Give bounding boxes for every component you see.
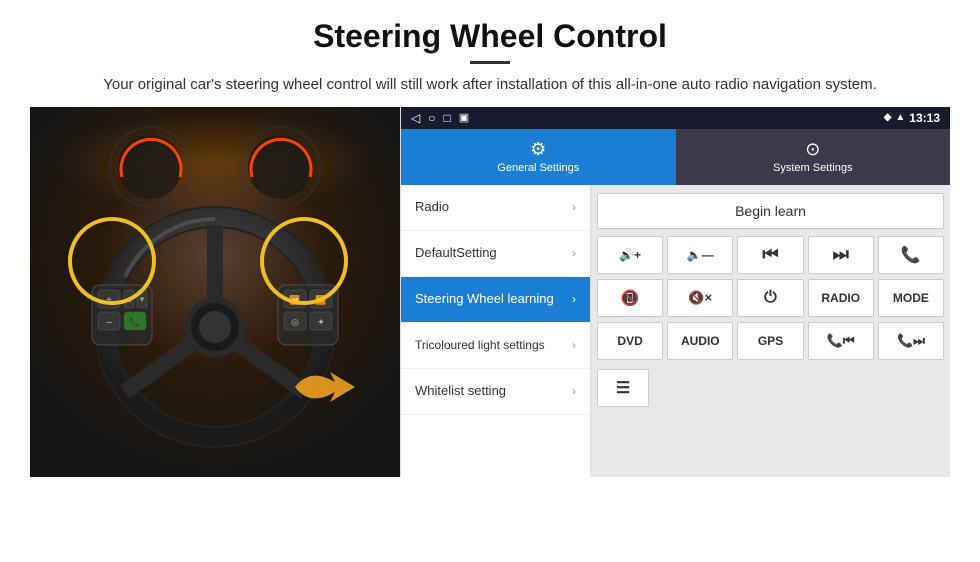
svg-text:–: – <box>106 317 112 328</box>
general-settings-label: General Settings <box>497 162 579 174</box>
mode-button[interactable]: MODE <box>878 279 944 317</box>
settings-controls-area: Radio › DefaultSetting › Steering Wheel … <box>401 185 950 477</box>
mode-label: MODE <box>893 291 929 305</box>
begin-learn-row: Begin learn <box>597 191 944 231</box>
general-settings-icon: ⚙ <box>530 139 546 160</box>
recents-icon: □ <box>443 111 450 125</box>
android-ui: ◁ ○ □ ▣ ◆ ▲ 13:13 ⚙ General Settings <box>400 107 950 477</box>
svg-text:▼: ▼ <box>138 295 146 304</box>
arrow-indicator <box>290 357 370 417</box>
signal-icon: ▲ <box>895 112 905 123</box>
menu-radio-arrow: › <box>572 200 576 214</box>
page-header: Steering Wheel Control Your original car… <box>0 0 980 107</box>
system-settings-icon: ⊙ <box>805 139 820 160</box>
begin-learn-button[interactable]: Begin learn <box>597 193 944 229</box>
svg-text:📞: 📞 <box>129 316 141 327</box>
menu-icon: ▣ <box>459 111 469 124</box>
menu-default-arrow: › <box>572 246 576 260</box>
title-divider <box>470 61 510 64</box>
vol-up-icon: 🔊+ <box>619 248 641 262</box>
car-image: + – 📞 ▲ ▼ <box>30 107 400 477</box>
dvd-button[interactable]: DVD <box>597 322 663 360</box>
controls-panel: Begin learn 🔊+ 🔈— ⏮ <box>591 185 950 477</box>
controls-row-2: 📵 🔇× ⏻ RADIO MODE <box>597 279 944 317</box>
svg-text:⏩: ⏩ <box>315 294 326 305</box>
controls-row-1: 🔊+ 🔈— ⏮ ⏭ 📞 <box>597 236 944 274</box>
prev-track-button[interactable]: ⏮ <box>737 236 803 274</box>
power-button[interactable]: ⏻ <box>737 279 803 317</box>
menu-item-steering[interactable]: Steering Wheel learning › <box>401 277 590 323</box>
tel-next-icon: 📞⏭ <box>897 333 925 349</box>
menu-item-radio[interactable]: Radio › <box>401 185 590 231</box>
menu-item-default[interactable]: DefaultSetting › <box>401 231 590 277</box>
bottom-icon-row: ☰ <box>597 369 944 407</box>
audio-button[interactable]: AUDIO <box>667 322 733 360</box>
hang-up-button[interactable]: 📵 <box>597 279 663 317</box>
audio-label: AUDIO <box>681 334 720 348</box>
menu-tricoloured-label: Tricoloured light settings <box>415 338 545 352</box>
car-svg: + – 📞 ▲ ▼ <box>30 107 400 477</box>
gps-button[interactable]: GPS <box>737 322 803 360</box>
controls-row-3: DVD AUDIO GPS 📞⏮ 📞⏭ <box>597 322 944 360</box>
content-area: + – 📞 ▲ ▼ <box>30 107 950 477</box>
power-icon: ⏻ <box>764 289 777 307</box>
status-bar: ◁ ○ □ ▣ ◆ ▲ 13:13 <box>401 107 950 129</box>
next-track-button[interactable]: ⏭ <box>808 236 874 274</box>
back-icon: ◁ <box>411 111 420 125</box>
svg-text:▲: ▲ <box>125 295 133 304</box>
menu-radio-label: Radio <box>415 199 449 215</box>
menu-steering-label: Steering Wheel learning <box>415 291 554 307</box>
tab-general[interactable]: ⚙ General Settings <box>401 129 676 185</box>
list-icon: ☰ <box>616 378 630 398</box>
next-track-icon: ⏭ <box>833 244 849 265</box>
settings-tabs: ⚙ General Settings ⊙ System Settings <box>401 129 950 185</box>
vol-up-button[interactable]: 🔊+ <box>597 236 663 274</box>
settings-menu: Radio › DefaultSetting › Steering Wheel … <box>401 185 591 477</box>
hang-up-icon: 📵 <box>621 289 640 307</box>
tel-prev-button[interactable]: 📞⏮ <box>808 322 874 360</box>
menu-whitelist-label: Whitelist setting <box>415 383 506 399</box>
mute-button[interactable]: 🔇× <box>667 279 733 317</box>
svg-text:◎: ◎ <box>291 317 299 327</box>
menu-whitelist-arrow: › <box>572 384 576 398</box>
page-subtitle: Your original car's steering wheel contr… <box>40 74 940 97</box>
svg-text:✦: ✦ <box>317 317 325 327</box>
clock: 13:13 <box>909 111 940 125</box>
list-icon-button[interactable]: ☰ <box>597 369 649 407</box>
status-bar-nav: ◁ ○ □ ▣ <box>411 111 469 125</box>
svg-text:⏪: ⏪ <box>289 294 300 305</box>
tel-next-button[interactable]: 📞⏭ <box>878 322 944 360</box>
phone-answer-button[interactable]: 📞 <box>878 236 944 274</box>
vol-down-button[interactable]: 🔈— <box>667 236 733 274</box>
radio-button[interactable]: RADIO <box>808 279 874 317</box>
vol-down-icon: 🔈— <box>687 248 714 262</box>
gps-label: GPS <box>758 334 783 348</box>
home-icon: ○ <box>428 111 435 125</box>
tab-system[interactable]: ⊙ System Settings <box>676 129 951 185</box>
tel-prev-icon: 📞⏮ <box>827 333 855 349</box>
mute-icon: 🔇× <box>688 290 712 306</box>
prev-track-icon: ⏮ <box>762 244 778 265</box>
phone-answer-icon: 📞 <box>901 245 921 265</box>
system-settings-label: System Settings <box>773 162 852 174</box>
menu-item-tricoloured[interactable]: Tricoloured light settings › <box>401 323 590 369</box>
menu-item-whitelist[interactable]: Whitelist setting › <box>401 369 590 415</box>
svg-text:+: + <box>106 295 112 306</box>
page-title: Steering Wheel Control <box>40 18 940 55</box>
page-wrapper: Steering Wheel Control Your original car… <box>0 0 980 477</box>
menu-steering-arrow: › <box>572 292 576 306</box>
dvd-label: DVD <box>617 334 642 348</box>
menu-default-label: DefaultSetting <box>415 245 497 261</box>
location-icon: ◆ <box>884 112 892 123</box>
radio-label: RADIO <box>821 291 860 305</box>
menu-tricoloured-arrow: › <box>572 338 576 352</box>
status-bar-info: ◆ ▲ 13:13 <box>884 111 940 125</box>
